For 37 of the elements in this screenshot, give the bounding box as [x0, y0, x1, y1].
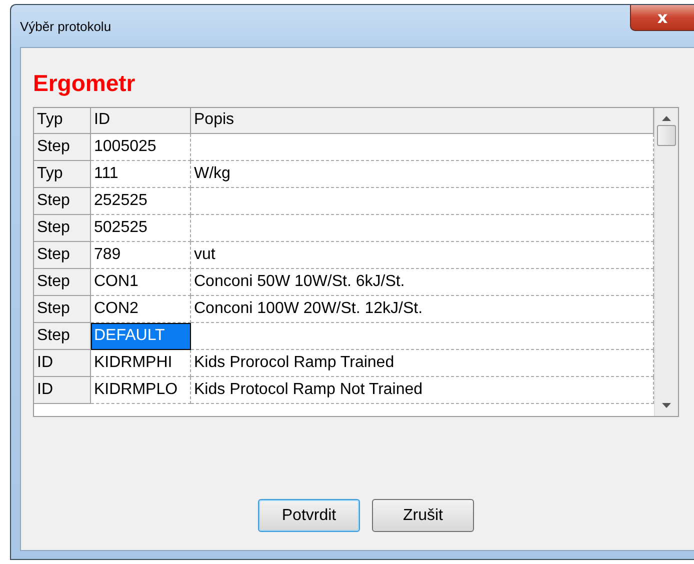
heading: Ergometr: [33, 69, 136, 98]
table-cell: Step: [34, 242, 91, 269]
table-cell: Typ: [34, 161, 91, 188]
table-cell[interactable]: 502525: [91, 215, 191, 242]
table-cell: ID: [34, 377, 91, 404]
column-header[interactable]: ID: [91, 108, 191, 134]
table-cell[interactable]: CON2: [91, 296, 191, 323]
table-cell: Step: [34, 215, 91, 242]
table-cell: Step: [34, 269, 91, 296]
table-cell: Kids Prorocol Ramp Trained: [191, 350, 654, 377]
table-cell[interactable]: KIDRMPHI: [91, 350, 191, 377]
table-cell: Step: [34, 134, 91, 161]
table-cell: Step: [34, 296, 91, 323]
table-cell[interactable]: 789: [91, 242, 191, 269]
column-header[interactable]: Typ: [34, 108, 91, 134]
table-cell: Step: [34, 188, 91, 215]
scroll-up-icon[interactable]: [662, 116, 671, 121]
dialog-button[interactable]: Zrušit: [372, 499, 474, 532]
table-cell[interactable]: DEFAULT: [91, 323, 191, 350]
table-cell[interactable]: KIDRMPLO: [91, 377, 191, 404]
table-cell: Conconi 50W 10W/St. 6kJ/St.: [191, 269, 654, 296]
window-title: Výběr protokolu: [20, 19, 112, 34]
table-cell: ID: [34, 350, 91, 377]
table-cell[interactable]: 111: [91, 161, 191, 188]
column-header[interactable]: Popis: [191, 108, 654, 134]
table-cell: vut: [191, 242, 654, 269]
table-cell[interactable]: 1005025: [91, 134, 191, 161]
table-cell: W/kg: [191, 161, 654, 188]
close-button[interactable]: x: [630, 5, 694, 31]
table-cell[interactable]: CON1: [91, 269, 191, 296]
table-cell[interactable]: 252525: [91, 188, 191, 215]
scroll-thumb[interactable]: [657, 125, 676, 146]
dialog-button[interactable]: Potvrdit: [258, 499, 360, 532]
table-cell: Kids Protocol Ramp Not Trained: [191, 377, 654, 404]
table-cell: Step: [34, 323, 91, 350]
scroll-down-icon[interactable]: [662, 403, 671, 408]
table-cell: Conconi 100W 20W/St. 12kJ/St.: [191, 296, 654, 323]
